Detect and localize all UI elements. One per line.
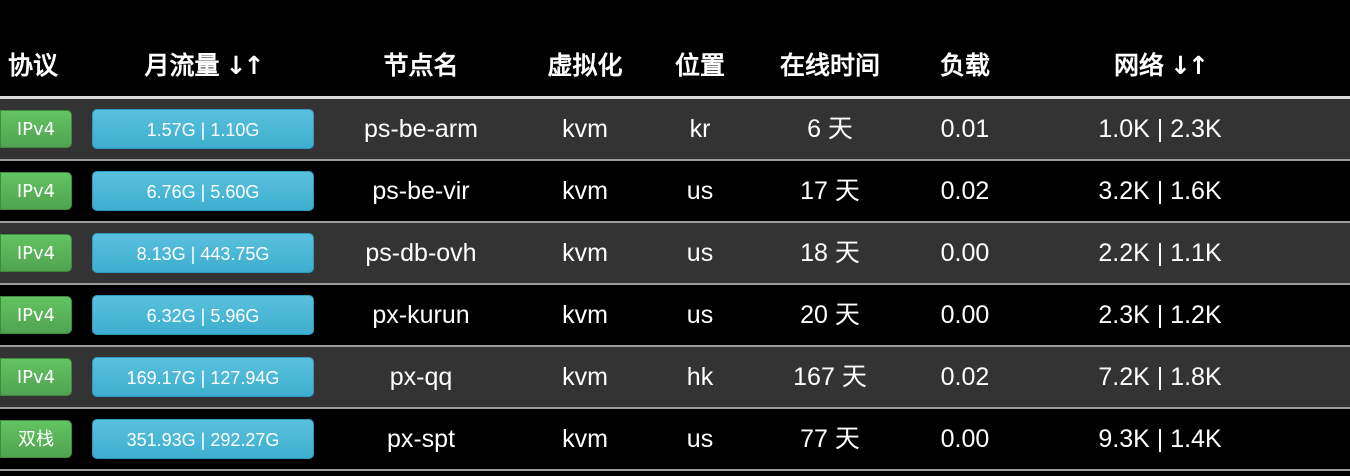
virt-type: kvm (562, 425, 608, 453)
uptime: 6 天 (807, 115, 853, 143)
protocol-badge: IPv4 (0, 358, 72, 396)
location: us (686, 177, 714, 205)
load: 0.01 (940, 115, 990, 143)
traffic-bar: 8.13G | 443.75G (92, 233, 314, 273)
load: 0.02 (940, 363, 990, 391)
traffic-bar: 351.93G | 292.27G (92, 419, 314, 459)
traffic-bar: 6.76G | 5.60G (92, 171, 314, 211)
virt-type: kvm (562, 363, 608, 391)
uptime: 77 天 (800, 425, 860, 453)
location: us (686, 301, 714, 329)
header-node-label: 节点名 (383, 51, 459, 80)
header-traffic-label: 月流量 (144, 51, 220, 80)
header-protocol-label: 协议 (7, 51, 58, 80)
virt-type: kvm (562, 115, 608, 143)
protocol-badge: 双栈 (0, 420, 72, 458)
sort-icon[interactable]: ↓↑ (1170, 51, 1209, 80)
node-name: px-kurun (372, 301, 470, 329)
table-row[interactable]: IPv4 6.32G | 5.96G px-kurun kvm us 20 天 … (0, 285, 1350, 347)
network-speed: 2.3K | 1.2K (1098, 301, 1222, 329)
header-network[interactable]: 网络 ↓↑ (1060, 36, 1260, 96)
network-speed: 1.0K | 2.3K (1098, 115, 1222, 143)
node-name: ps-db-ovh (365, 239, 477, 267)
header-uptime-label: 在线时间 (779, 51, 880, 80)
uptime: 17 天 (800, 177, 860, 205)
load: 0.00 (940, 425, 990, 453)
header-load-label: 负载 (939, 51, 990, 80)
network-speed: 2.2K | 1.1K (1098, 239, 1222, 267)
traffic-bar: 169.17G | 127.94G (92, 357, 314, 397)
server-status-table: 协议 月流量 ↓↑ 节点名 虚拟化 位置 在线时间 负载 网络 ↓↑ IPv4 1.… (0, 36, 1350, 471)
uptime: 20 天 (800, 301, 860, 329)
load: 0.00 (940, 239, 990, 267)
header-location[interactable]: 位置 (660, 36, 740, 96)
table-row[interactable]: 双栈 351.93G | 292.27G px-spt kvm us 77 天 … (0, 409, 1350, 471)
uptime: 167 天 (793, 363, 867, 391)
table-row[interactable]: IPv4 1.57G | 1.10G ps-be-arm kvm kr 6 天 … (0, 99, 1350, 161)
header-node[interactable]: 节点名 (330, 36, 512, 96)
node-name: px-qq (389, 363, 453, 391)
node-name: px-spt (386, 425, 456, 453)
header-network-label: 网络 (1114, 51, 1165, 80)
location: us (686, 425, 714, 453)
table-row[interactable]: IPv4 8.13G | 443.75G ps-db-ovh kvm us 18… (0, 223, 1350, 285)
sort-icon[interactable]: ↓↑ (226, 51, 265, 80)
load: 0.02 (940, 177, 990, 205)
header-traffic[interactable]: 月流量 ↓↑ (92, 36, 314, 96)
header-protocol[interactable]: 协议 (0, 36, 66, 96)
virt-type: kvm (562, 239, 608, 267)
network-speed: 7.2K | 1.8K (1098, 363, 1222, 391)
header-virt-label: 虚拟化 (547, 51, 623, 80)
protocol-badge: IPv4 (0, 234, 72, 272)
protocol-badge: IPv4 (0, 110, 72, 148)
table-row[interactable]: IPv4 169.17G | 127.94G px-qq kvm hk 167 … (0, 347, 1350, 409)
location: us (686, 239, 714, 267)
uptime: 18 天 (800, 239, 860, 267)
protocol-badge: IPv4 (0, 296, 72, 334)
header-virt[interactable]: 虚拟化 (530, 36, 640, 96)
header-load[interactable]: 负载 (910, 36, 1020, 96)
virt-type: kvm (562, 177, 608, 205)
traffic-bar: 1.57G | 1.10G (92, 109, 314, 149)
virt-type: kvm (562, 301, 608, 329)
header-location-label: 位置 (674, 51, 725, 80)
table-header: 协议 月流量 ↓↑ 节点名 虚拟化 位置 在线时间 负载 网络 ↓↑ (0, 36, 1350, 99)
location: kr (689, 115, 711, 143)
load: 0.00 (940, 301, 990, 329)
location: hk (686, 363, 714, 391)
protocol-badge: IPv4 (0, 172, 72, 210)
network-speed: 9.3K | 1.4K (1098, 425, 1222, 453)
node-name: ps-be-arm (364, 115, 478, 143)
network-speed: 3.2K | 1.6K (1098, 177, 1222, 205)
table-row[interactable]: IPv4 6.76G | 5.60G ps-be-vir kvm us 17 天… (0, 161, 1350, 223)
node-name: ps-be-vir (372, 177, 470, 205)
header-uptime[interactable]: 在线时间 (760, 36, 900, 96)
traffic-bar: 6.32G | 5.96G (92, 295, 314, 335)
